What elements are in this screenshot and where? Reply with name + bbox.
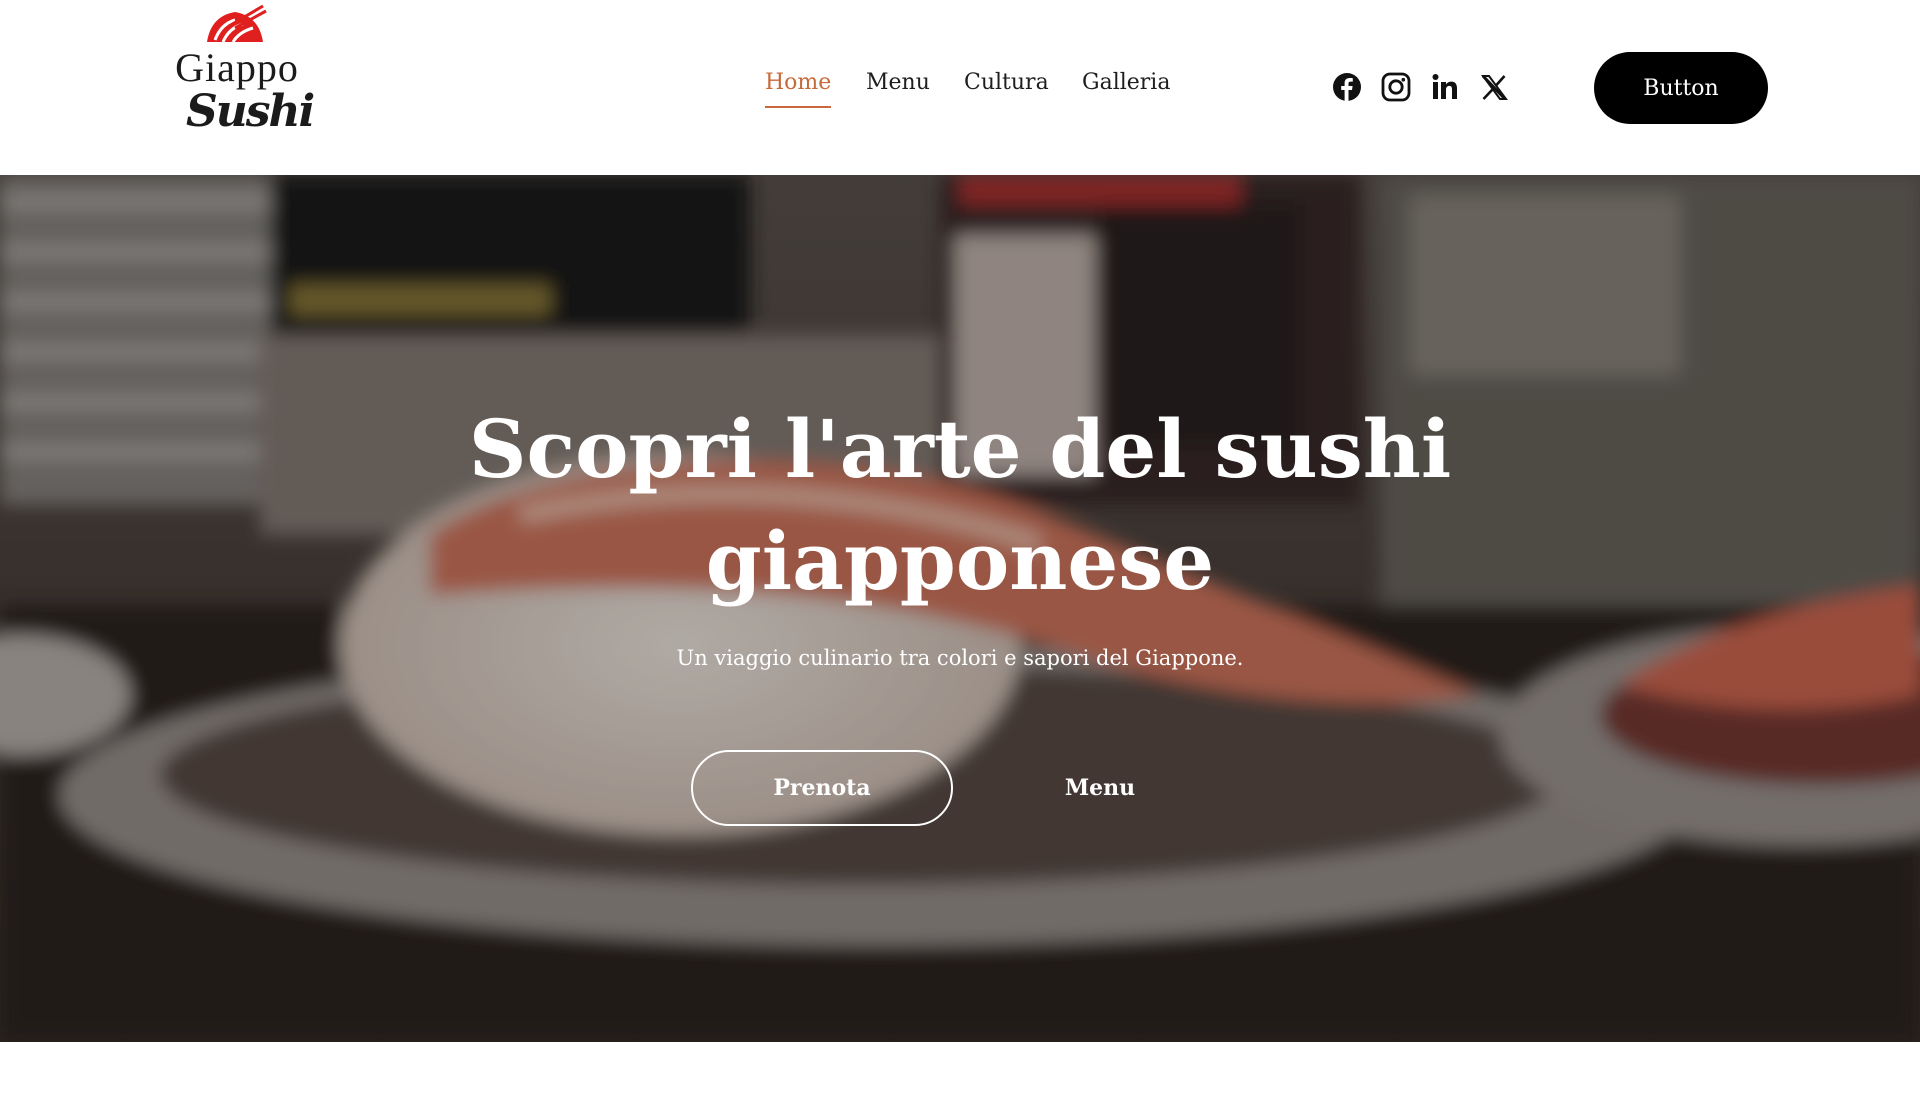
nav-item-home[interactable]: Home (765, 70, 832, 108)
menu-button[interactable]: Menu (1020, 750, 1180, 826)
linkedin-icon[interactable] (1430, 72, 1460, 102)
prenota-button[interactable]: Prenota (691, 750, 953, 826)
instagram-icon[interactable] (1381, 72, 1411, 102)
brand-name-line1: Giappo (175, 45, 299, 90)
sushi-logo-icon (207, 4, 267, 43)
nav-item-menu[interactable]: Menu (866, 70, 930, 95)
hero-subtitle: Un viaggio culinario tra colori e sapori… (676, 646, 1244, 670)
hero-title: Scopri l'arte del sushi giapponese (468, 402, 1452, 608)
brand-logo[interactable]: Giappo Sushi (158, 4, 318, 152)
hero-section: Scopri l'arte del sushi giapponese Un vi… (0, 175, 1920, 1042)
x-icon[interactable] (1479, 72, 1509, 102)
brand-name-line2: Sushi (186, 86, 315, 137)
nav-item-galleria[interactable]: Galleria (1082, 70, 1170, 95)
header-button[interactable]: Button (1594, 52, 1768, 124)
facebook-icon[interactable] (1332, 72, 1362, 102)
nav-item-cultura[interactable]: Cultura (964, 70, 1049, 95)
site-header: Giappo Sushi Home Menu Cultura Galleria (0, 0, 1920, 175)
